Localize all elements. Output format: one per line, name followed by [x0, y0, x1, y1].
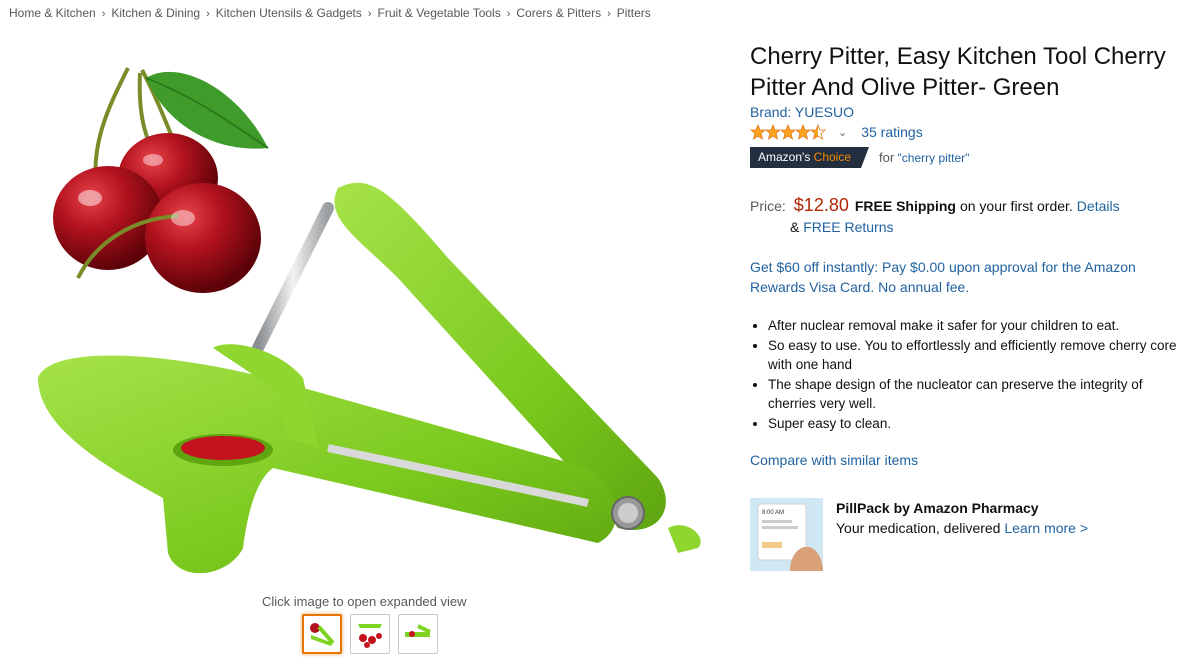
- chevron-down-icon[interactable]: ⌄: [838, 126, 847, 139]
- product-title: Cherry Pitter, Easy Kitchen Tool Cherry …: [750, 43, 1166, 101]
- rating-stars[interactable]: [750, 124, 828, 140]
- breadcrumb-separator: ›: [206, 8, 210, 20]
- free-returns-link[interactable]: FREE Returns: [803, 219, 893, 235]
- feature-bullet: Super easy to clean.: [768, 414, 1188, 434]
- pillpack-learn-more-link[interactable]: Learn more >: [1004, 520, 1088, 536]
- main-product-image[interactable]: [28, 48, 718, 588]
- price-label: Price:: [750, 198, 786, 214]
- breadcrumb-corers-pitters[interactable]: Corers & Pitters: [516, 6, 601, 20]
- thumbnail-1[interactable]: [302, 614, 342, 654]
- feature-bullet: After nuclear removal make it safer for …: [768, 316, 1188, 336]
- breadcrumb-separator: ›: [607, 8, 611, 20]
- breadcrumb-kitchen-utensils[interactable]: Kitchen Utensils & Gadgets: [216, 6, 362, 20]
- breadcrumb-pitters[interactable]: Pitters: [617, 6, 651, 20]
- badge-query-link[interactable]: "cherry pitter": [898, 151, 970, 165]
- pitter-thumbnail-icon: [310, 623, 335, 646]
- returns-amp: &: [790, 219, 800, 235]
- feature-bullet: So easy to use. You to effortlessly and …: [768, 336, 1188, 375]
- badge-for-label: for: [879, 150, 895, 165]
- amazons-choice-badge: Amazon's Choice: [750, 147, 870, 168]
- breadcrumb-fruit-vegetable-tools[interactable]: Fruit & Vegetable Tools: [378, 6, 501, 20]
- pillpack-image[interactable]: 8:00 AM: [750, 498, 823, 571]
- price-value: $12.80: [793, 195, 849, 215]
- cherries-thumbnail-icon: [358, 624, 382, 648]
- shipping-details-link[interactable]: Details: [1077, 198, 1120, 214]
- thumbnail-strip: [302, 614, 438, 654]
- pillpack-title: PillPack by Amazon Pharmacy: [836, 500, 1039, 516]
- cherries-graphic: [53, 67, 269, 293]
- ratings-count-link[interactable]: 35 ratings: [861, 124, 922, 140]
- pillpack-subtitle-row: Your medication, delivered Learn more >: [836, 520, 1088, 536]
- pillpack-card-illustration: 8:00 AM: [750, 498, 823, 571]
- badge-prefix: Amazon's: [758, 150, 811, 164]
- shipping-note: on your first order.: [959, 198, 1073, 214]
- amazons-choice-row: Amazon's Choice for "cherry pitter": [750, 147, 969, 168]
- pitter-side-thumbnail-icon: [405, 624, 431, 637]
- feature-bullets: After nuclear removal make it safer for …: [750, 316, 1188, 433]
- breadcrumb-home-kitchen[interactable]: Home & Kitchen: [9, 6, 96, 20]
- breadcrumb-kitchen-dining[interactable]: Kitchen & Dining: [111, 6, 200, 20]
- brand-link[interactable]: Brand: YUESUO: [750, 104, 854, 120]
- compare-similar-link[interactable]: Compare with similar items: [750, 452, 918, 468]
- breadcrumb-separator: ›: [101, 8, 106, 20]
- star-rating-icon: [750, 124, 826, 140]
- price-row: Price: $12.80 FREE Shipping on your firs…: [750, 195, 1120, 216]
- feature-bullet: The shape design of the nucleator can pr…: [768, 375, 1188, 414]
- badge-choice: Choice: [813, 150, 852, 164]
- rating-row: ⌄ 35 ratings: [750, 124, 923, 140]
- expand-image-hint: Click image to open expanded view: [262, 594, 467, 609]
- pillpack-subtitle: Your medication, delivered: [836, 520, 1001, 536]
- cherry-pitter-illustration: [38, 67, 701, 574]
- thumbnail-2[interactable]: [350, 614, 390, 654]
- thumbnail-3[interactable]: [398, 614, 438, 654]
- breadcrumb-separator: ›: [367, 8, 372, 20]
- free-shipping-label: FREE Shipping: [854, 198, 956, 214]
- returns-row: & FREE Returns: [790, 219, 893, 235]
- pillpack-card-time: 8:00 AM: [762, 510, 784, 516]
- breadcrumb-separator: ›: [506, 8, 511, 20]
- pillpack-ad: 8:00 AM PillPack by Amazon Pharmacy Your…: [750, 498, 1180, 573]
- breadcrumb: Home & Kitchen › Kitchen & Dining › Kitchen …: [9, 6, 651, 20]
- visa-card-promo-link[interactable]: Get $60 off instantly: Pay $0.00 upon ap…: [750, 257, 1170, 297]
